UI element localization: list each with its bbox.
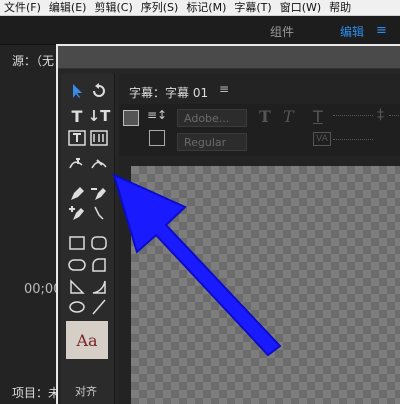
menu-clip[interactable]: 剪辑(C) xyxy=(90,0,136,15)
title-designer-window: T ↓T Aa 对齐 字幕：字幕 01 ≡ ≡↕ Adobe... Regula… xyxy=(56,44,400,404)
source-panel-tab[interactable]: 源：（无 xyxy=(12,52,54,69)
vertical-type-tool-icon[interactable]: ↓T xyxy=(88,107,111,125)
delete-anchor-tool-icon[interactable] xyxy=(88,184,110,202)
menu-edit[interactable]: 编辑(E) xyxy=(45,0,91,15)
templates-icon[interactable] xyxy=(149,130,165,146)
menu-window[interactable]: 窗口(W) xyxy=(276,0,325,15)
menu-file[interactable]: 文件(F) xyxy=(0,0,45,15)
italic-icon[interactable]: T xyxy=(283,107,294,126)
add-anchor-tool-icon[interactable] xyxy=(66,204,88,222)
arc-tool-icon[interactable] xyxy=(88,256,110,274)
workspace-tab-components[interactable]: 组件 xyxy=(270,23,294,40)
workspace-bar: 组件 编辑 ≡ xyxy=(0,16,400,45)
title-canvas[interactable] xyxy=(131,166,400,404)
window-titlebar[interactable] xyxy=(58,46,400,69)
title-panel: 字幕：字幕 01 ≡ ≡↕ Adobe... Regular T T T VA … xyxy=(119,74,400,404)
menu-marker[interactable]: 标记(M) xyxy=(182,0,230,15)
font-family-select[interactable]: Adobe... xyxy=(177,109,247,127)
font-style-select[interactable]: Regular xyxy=(177,133,247,151)
align-panel-tab[interactable]: 对齐 xyxy=(75,383,97,399)
selection-tool-icon[interactable] xyxy=(66,82,88,100)
title-panel-tab[interactable]: 字幕：字幕 01 xyxy=(129,84,208,101)
convert-anchor-tool-icon[interactable] xyxy=(88,204,110,222)
underline-icon[interactable]: T xyxy=(313,107,323,126)
kerning-icon[interactable]: VA xyxy=(313,132,331,146)
workspace-menu-icon[interactable]: ≡ xyxy=(376,23,387,38)
ellipse-tool-icon[interactable] xyxy=(66,256,88,274)
project-panel-tab[interactable]: 项目：未 xyxy=(12,384,60,401)
title-panel-menu-icon[interactable]: ≡ xyxy=(219,82,229,96)
new-title-icon[interactable] xyxy=(123,110,139,126)
vertical-area-type-tool-icon[interactable] xyxy=(88,129,110,147)
menu-bar: 文件(F) 编辑(E) 剪辑(C) 序列(S) 标记(M) 字幕(T) 窗口(W… xyxy=(0,0,400,16)
rotation-tool-icon[interactable] xyxy=(88,82,110,100)
wedge-tool-icon[interactable] xyxy=(66,278,88,296)
leading-field[interactable] xyxy=(389,115,400,116)
bold-icon[interactable]: T xyxy=(259,107,271,126)
menu-help[interactable]: 帮助 xyxy=(325,0,355,15)
size-field[interactable] xyxy=(333,115,373,116)
kerning-field[interactable] xyxy=(333,139,373,140)
workspace-tab-edit[interactable]: 编辑 xyxy=(340,23,364,40)
line-tool-icon[interactable] xyxy=(88,298,110,316)
title-tools-panel: T ↓T Aa 对齐 xyxy=(61,74,115,404)
menu-sequence[interactable]: 序列(S) xyxy=(137,0,183,15)
title-toolbar: ≡↕ Adobe... Regular T T T VA ‡ xyxy=(119,104,400,156)
type-tool-icon[interactable]: T xyxy=(66,107,88,126)
font-preview-swatch[interactable]: Aa xyxy=(66,321,108,359)
roll-crawl-options-icon[interactable]: ≡↕ xyxy=(147,108,167,122)
pen-tool-icon[interactable] xyxy=(66,184,88,202)
rounded-rectangle-tool-icon[interactable] xyxy=(88,234,110,252)
area-type-tool-icon[interactable] xyxy=(66,129,88,147)
path-type-tool-icon[interactable] xyxy=(66,154,88,172)
menu-title[interactable]: 字幕(T) xyxy=(230,0,275,15)
clipped-corner-tool-icon[interactable] xyxy=(88,278,110,296)
leading-icon[interactable]: ‡ xyxy=(377,107,384,123)
ellipse-small-tool-icon[interactable] xyxy=(66,298,88,316)
vertical-path-type-tool-icon[interactable] xyxy=(88,154,110,172)
rectangle-tool-icon[interactable] xyxy=(66,234,88,252)
